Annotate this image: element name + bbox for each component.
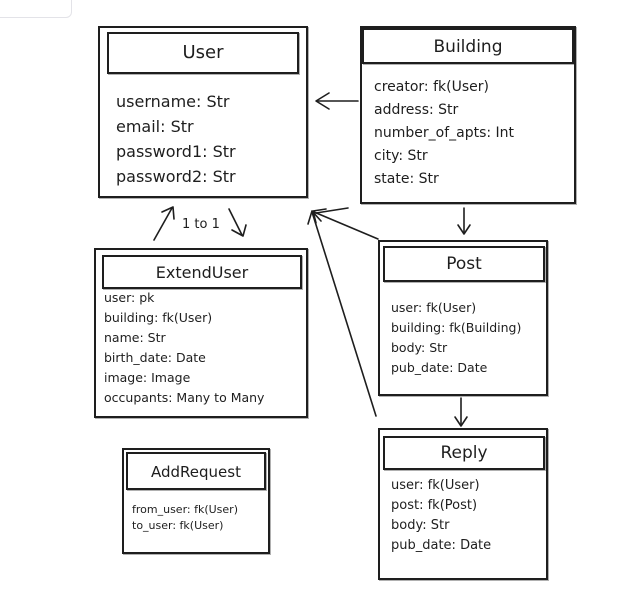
entity-user-fields: username: Str email: Str password1: Str … <box>116 89 236 189</box>
entity-post-fields: user: fk(User) building: fk(Building) bo… <box>391 298 521 378</box>
entity-addrequest-fields: from_user: fk(User) to_user: fk(User) <box>132 502 238 534</box>
entity-reply-fields: user: fk(User) post: fk(Post) body: Str … <box>391 476 491 556</box>
reply-to-user-arrow <box>307 210 377 417</box>
field-row: user: fk(User) <box>391 300 477 315</box>
field-row: to_user: fk(User) <box>132 519 224 532</box>
entity-building[interactable]: Building creator: fk(User) address: Str … <box>360 26 576 204</box>
field-row: occupants: Many to Many <box>104 390 265 405</box>
field-row: username: Str <box>116 92 230 111</box>
field-row: number_of_apts: Int <box>374 125 515 141</box>
field-row: from_user: fk(User) <box>132 503 238 516</box>
post-to-reply-arrow <box>454 397 468 427</box>
field-row: body: Str <box>391 340 448 355</box>
building-to-post-arrow <box>457 207 471 235</box>
field-row: birth_date: Date <box>104 350 206 365</box>
field-row: user: fk(User) <box>391 478 480 493</box>
field-row: user: pk <box>104 290 155 305</box>
entity-user[interactable]: User username: Str email: Str password1:… <box>98 26 308 198</box>
entity-building-fields: creator: fk(User) address: Str number_of… <box>374 76 514 191</box>
entity-post[interactable]: Post user: fk(User) building: fk(Buildin… <box>378 240 548 396</box>
entity-building-title: Building <box>362 28 574 64</box>
post-to-user-arrow <box>312 208 379 240</box>
field-row: password2: Str <box>116 167 236 186</box>
entity-post-title: Post <box>383 246 545 282</box>
field-row: body: Str <box>391 518 450 533</box>
field-row: email: Str <box>116 117 194 136</box>
entity-addrequest-title: AddRequest <box>126 452 266 490</box>
relation-label-1-to-1: 1 to 1 <box>182 217 220 232</box>
entity-extenduser-title: ExtendUser <box>102 255 302 289</box>
field-row: city: Str <box>374 148 428 164</box>
field-row: post: fk(Post) <box>391 498 478 513</box>
field-row: creator: fk(User) <box>374 79 489 95</box>
entity-reply-title: Reply <box>383 436 545 470</box>
field-row: building: fk(Building) <box>391 320 522 335</box>
field-row: name: Str <box>104 330 166 345</box>
building-to-user-arrow <box>315 92 359 110</box>
entity-addrequest[interactable]: AddRequest from_user: fk(User) to_user: … <box>122 448 270 554</box>
field-row: pub_date: Date <box>391 538 492 553</box>
entity-extenduser-fields: user: pk building: fk(User) name: Str bi… <box>104 288 264 408</box>
entity-user-title: User <box>107 32 299 74</box>
field-row: pub_date: Date <box>391 360 488 375</box>
field-row: password1: Str <box>116 142 236 161</box>
entity-reply[interactable]: Reply user: fk(User) post: fk(Post) body… <box>378 428 548 580</box>
field-row: address: Str <box>374 102 459 118</box>
field-row: state: Str <box>374 171 439 187</box>
user-to-extenduser-arrow <box>228 208 247 237</box>
extenduser-to-user-arrow <box>153 206 175 241</box>
field-row: building: fk(User) <box>104 310 213 325</box>
entity-extenduser[interactable]: ExtendUser user: pk building: fk(User) n… <box>94 248 308 418</box>
field-row: image: Image <box>104 370 191 385</box>
